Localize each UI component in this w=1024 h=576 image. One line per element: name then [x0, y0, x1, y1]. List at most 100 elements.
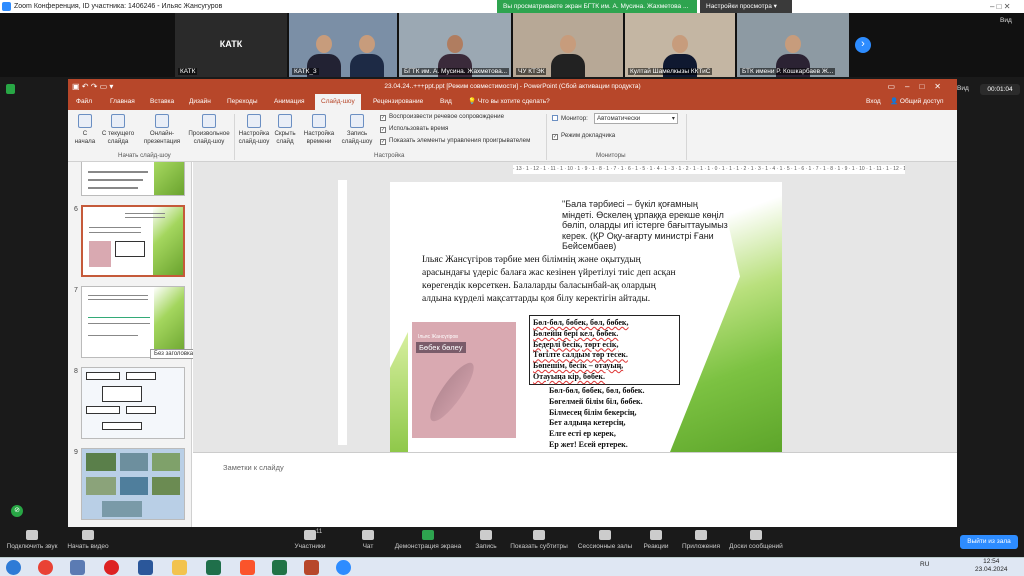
poem-line: Елге есті ер керек,: [549, 429, 616, 439]
tab-insert[interactable]: Вставка: [150, 94, 174, 110]
word-icon[interactable]: [138, 560, 153, 575]
record-icon: [350, 114, 364, 128]
slide-body-text[interactable]: Ільяс Жансүгіров тәрбие мен білімнің жән…: [422, 254, 680, 306]
breakout-rooms-button[interactable]: Сессионные залы: [574, 530, 636, 550]
ppt-title-bar: 23.04.24..+++ppt.ppt [Режим совместимост…: [68, 79, 957, 94]
book-cover-image[interactable]: Ільяс Жансүгіров Бөбек бөлеу: [412, 322, 516, 438]
video-tile[interactable]: БТК имени Р. Кошкарбаев Ж...: [737, 13, 849, 77]
online-presentation-button[interactable]: Онлайн-презентация: [140, 112, 184, 146]
start-video-button[interactable]: Начать видео: [62, 530, 114, 550]
breakout-icon: [599, 530, 611, 540]
setup-slideshow-button[interactable]: Настройка слайд-шоу: [236, 112, 272, 146]
participant-name-large: КАТК: [219, 39, 243, 49]
reactions-button[interactable]: Реакции: [638, 530, 674, 550]
slide-thumbnail[interactable]: [81, 286, 185, 358]
from-start-button[interactable]: С начала: [72, 112, 98, 146]
share-button[interactable]: 👤 Общий доступ: [890, 94, 944, 110]
participants-button[interactable]: Участники: [288, 530, 332, 550]
share-screen-icon: [422, 530, 434, 540]
slide-number: 8: [74, 368, 78, 375]
horizontal-ruler: · 13 · 1 · 12 · 1 · 11 · 1 · 10 · 1 · 9 …: [513, 165, 905, 174]
slide-thumbnail[interactable]: [81, 162, 185, 196]
presenter-view-checkbox[interactable]: ✓ Режим докладчика: [552, 132, 615, 140]
zoom-meeting-controls: Подключить звук Начать видео Участники 1…: [0, 527, 1024, 557]
view-label[interactable]: Вид: [957, 85, 969, 92]
custom-show-button[interactable]: Произвольное слайд-шоу: [186, 112, 232, 146]
participant-name: Култай Шамелкызы ККТиС: [628, 68, 713, 75]
tab-transitions[interactable]: Переходы: [227, 94, 258, 110]
narration-checkbox[interactable]: ✓ Воспроизвести речевое сопровождение: [380, 113, 504, 121]
online-icon: [155, 114, 169, 128]
record-icon: [480, 530, 492, 540]
folder-icon[interactable]: [172, 560, 187, 575]
tab-review[interactable]: Рецензирование: [373, 94, 423, 110]
quick-access-toolbar[interactable]: ▣ ↶ ↷ ▭ ▾: [72, 79, 113, 94]
brave-icon[interactable]: [240, 560, 255, 575]
tell-me-search[interactable]: 💡 Что вы хотите сделать?: [468, 94, 550, 110]
shield-icon[interactable]: [6, 84, 15, 94]
timer-icon: [312, 114, 326, 128]
slide-editor: · 13 · 1 · 12 · 1 · 11 · 1 · 10 · 1 · 9 …: [193, 162, 957, 452]
monitor-label: Монитор:: [552, 115, 588, 122]
slide-thumbnail-selected[interactable]: [81, 205, 185, 277]
video-tile[interactable]: Култай Шамелкызы ККТиС: [625, 13, 735, 77]
tab-home[interactable]: Главная: [110, 94, 135, 110]
poem-box[interactable]: Бөл-бөл, бөбек, бөл, бөбек, Бөлейін бері…: [529, 315, 680, 385]
slide-quote[interactable]: "Бала тәрбиесі – бүкіл қоғамның міндеті.…: [562, 199, 732, 252]
hide-slide-icon: [278, 114, 292, 128]
whiteboard-icon: [750, 530, 762, 540]
ppt-window-controls[interactable]: ▭–□✕: [887, 79, 951, 94]
powerpoint-icon[interactable]: [304, 560, 319, 575]
leave-room-button[interactable]: Выйти из зала: [960, 535, 1018, 549]
powerpoint-window: 23.04.24..+++ppt.ppt [Режим совместимост…: [68, 79, 957, 527]
unmute-button[interactable]: Подключить звук: [4, 530, 60, 550]
captions-button[interactable]: Показать субтитры: [508, 530, 570, 550]
language-indicator[interactable]: RU: [920, 561, 929, 568]
signin-link[interactable]: Вход: [866, 94, 881, 110]
window-controls[interactable]: – □ ✕: [990, 0, 1010, 13]
tooltip: Без заголовка: [150, 349, 198, 359]
zoom-icon[interactable]: [336, 560, 351, 575]
slide-thumbnail[interactable]: [81, 367, 185, 439]
save-icon[interactable]: [70, 560, 85, 575]
system-clock[interactable]: 12:54 23.04.2024: [975, 558, 1008, 574]
start-icon[interactable]: [6, 560, 21, 575]
use-timings-checkbox[interactable]: ✓ Использовать время: [380, 125, 448, 133]
media-controls-checkbox[interactable]: ✓ Показать элементы управления проигрыват…: [380, 137, 530, 145]
poem-line: Отауыңа кір, бөбек.: [533, 371, 606, 381]
link-icon[interactable]: ⊘: [11, 505, 23, 517]
record-button[interactable]: Запись: [470, 530, 502, 550]
slide-thumbnail[interactable]: [81, 448, 185, 520]
record-slideshow-button[interactable]: Запись слайд-шоу: [338, 112, 376, 146]
video-tile[interactable]: КАТК_3: [289, 13, 397, 77]
hide-slide-button[interactable]: Скрыть слайд: [273, 112, 297, 146]
excel-icon[interactable]: [272, 560, 287, 575]
video-tile[interactable]: ЧУ КТЭК: [513, 13, 623, 77]
opera-icon[interactable]: [104, 560, 119, 575]
share-screen-button[interactable]: Демонстрация экрана: [392, 530, 464, 550]
apps-button[interactable]: Приложения: [678, 530, 724, 550]
whiteboards-button[interactable]: Доски сообщений: [726, 530, 786, 550]
poem-line: Бөл-бөл, бөбек, бөл, бөбек,: [533, 318, 629, 327]
video-tile[interactable]: БГТК им. А. Мусина. Жахметова...: [399, 13, 511, 77]
poem-second-verse[interactable]: Бөл-бөл, бөбек, бөл, бөбек. Бөгелмей біл…: [549, 386, 645, 451]
rehearse-timings-button[interactable]: Настройка времени: [302, 112, 336, 146]
notes-pane[interactable]: Заметки к слайду: [193, 452, 957, 527]
tab-animations[interactable]: Анимация: [274, 94, 305, 110]
tab-slideshow[interactable]: Слайд-шоу: [315, 94, 361, 110]
slide-canvas[interactable]: "Бала тәрбиесі – бүкіл қоғамның міндеті.…: [390, 182, 782, 452]
chat-button[interactable]: Чат: [354, 530, 382, 550]
media-icon[interactable]: [206, 560, 221, 575]
view-options-button[interactable]: Настройки просмотра ▾: [700, 0, 792, 13]
chat-icon: [362, 530, 374, 540]
next-videos-icon[interactable]: ›: [855, 37, 871, 53]
tab-design[interactable]: Дизайн: [189, 94, 211, 110]
tab-file[interactable]: Файл: [76, 94, 92, 110]
monitor-select[interactable]: Автоматически ▾: [594, 113, 678, 124]
slide-number: 9: [74, 449, 78, 456]
chrome-icon[interactable]: [38, 560, 53, 575]
tab-view[interactable]: Вид: [440, 94, 452, 110]
from-current-button[interactable]: С текущего слайда: [100, 112, 136, 146]
view-button[interactable]: Вид: [1000, 17, 1012, 24]
video-tile[interactable]: КАТК КАТК: [175, 13, 287, 77]
